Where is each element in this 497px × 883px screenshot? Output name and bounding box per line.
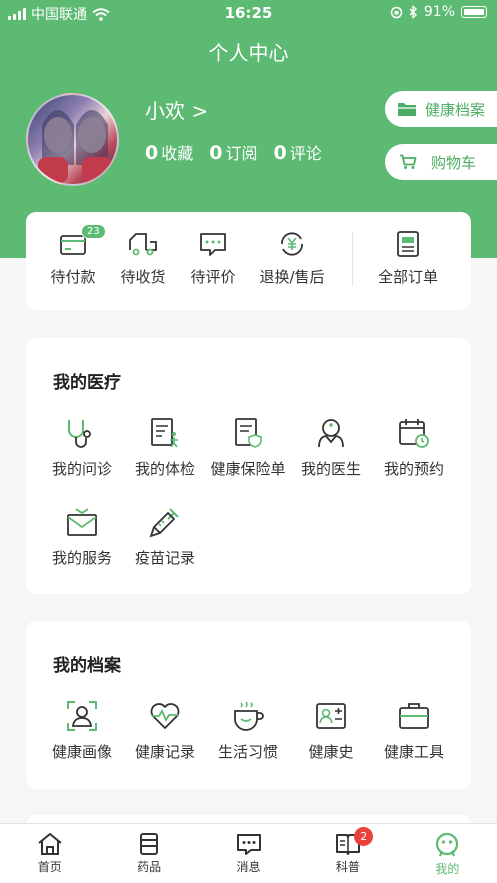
comment-icon [200, 233, 226, 256]
favorites-stat[interactable]: 0 收藏 [145, 140, 193, 164]
profile-scan-icon [67, 701, 97, 731]
my-doctor[interactable]: 我的医生 [289, 416, 373, 479]
health-history[interactable]: 健康史 [289, 699, 373, 762]
order-pending-receipt[interactable]: 待收货 [108, 230, 178, 287]
medical-card: 我的医疗 我的问诊 我的体检 健康保险单 我的医生 我的预约 我的服务 疫苗记录 [26, 338, 471, 594]
subscriptions-stat[interactable]: 0 订阅 [209, 140, 257, 164]
truck-icon [129, 233, 157, 256]
yen-refresh-icon [281, 232, 303, 256]
my-consultation[interactable]: 我的问诊 [40, 416, 124, 479]
orders-card: 23 待付款 待收货 待评价 退换/售后 全部订单 [26, 212, 471, 310]
coffee-cup-icon [234, 701, 264, 731]
profile-face-icon [436, 832, 459, 857]
medical-section-title: 我的医疗 [53, 373, 121, 393]
my-checkup[interactable]: 我的体检 [123, 416, 207, 479]
comments-stat[interactable]: 0 评论 [274, 140, 322, 164]
cart-icon [400, 154, 417, 169]
records-section-title: 我的档案 [53, 656, 121, 676]
page-title: 个人中心 [208, 41, 289, 65]
order-all[interactable]: 全部订单 [370, 230, 446, 287]
cart-button[interactable]: 购物车 [385, 144, 497, 180]
home-icon [38, 833, 62, 855]
living-habits[interactable]: 生活习惯 [206, 699, 290, 762]
battery-icon [461, 6, 487, 18]
health-tools[interactable]: 健康工具 [372, 699, 456, 762]
order-pending-review[interactable]: 待评价 [178, 230, 248, 287]
vaccine-records[interactable]: 疫苗记录 [123, 505, 207, 568]
toolbox-icon [399, 703, 429, 729]
id-card-icon [316, 703, 346, 729]
rotation-lock-icon [390, 6, 403, 18]
insurance-doc-icon [235, 418, 262, 448]
bottom-tab-bar: 首页 药品 消息 2 科普 我的 [0, 823, 497, 883]
health-records[interactable]: 健康记录 [123, 699, 207, 762]
checkup-icon [151, 418, 178, 448]
status-bar: 中国联通 16:25 91% [0, 0, 497, 26]
records-card: 我的档案 健康画像 健康记录 生活习惯 健康史 健康工具 [26, 621, 471, 789]
user-name[interactable]: 小欢 > [145, 95, 208, 124]
stethoscope-icon [68, 420, 91, 448]
folder-icon [398, 103, 416, 116]
message-icon [236, 834, 261, 855]
health-portrait[interactable]: 健康画像 [40, 699, 124, 762]
bluetooth-icon [409, 5, 417, 19]
calendar-clock-icon [399, 419, 429, 448]
tab-messages[interactable]: 消息 [199, 824, 298, 883]
tab-profile[interactable]: 我的 [398, 824, 497, 883]
my-appointment[interactable]: 我的预约 [372, 416, 456, 479]
tab-home[interactable]: 首页 [0, 824, 99, 883]
orders-list-icon [397, 231, 419, 257]
medicine-icon [140, 833, 159, 855]
heart-pulse-icon [150, 703, 180, 729]
my-service[interactable]: 我的服务 [40, 505, 124, 568]
pending-payment-badge: 23 [81, 224, 106, 239]
order-pending-payment[interactable]: 23 待付款 [38, 224, 108, 287]
doctor-icon [318, 419, 344, 448]
tab-science[interactable]: 2 科普 [298, 824, 397, 883]
syringe-icon [149, 508, 179, 538]
tab-medicine[interactable]: 药品 [99, 824, 198, 883]
orders-divider [352, 232, 353, 286]
health-insurance[interactable]: 健康保险单 [206, 416, 290, 479]
health-archive-button[interactable]: 健康档案 [385, 91, 497, 127]
order-after-sales[interactable]: 退换/售后 [248, 230, 336, 287]
science-badge: 2 [354, 827, 374, 846]
battery-percent: 91% [423, 4, 455, 20]
avatar[interactable] [26, 93, 119, 186]
service-envelope-icon [67, 508, 97, 536]
user-stats: 0 收藏 0 订阅 0 评论 [145, 140, 322, 164]
